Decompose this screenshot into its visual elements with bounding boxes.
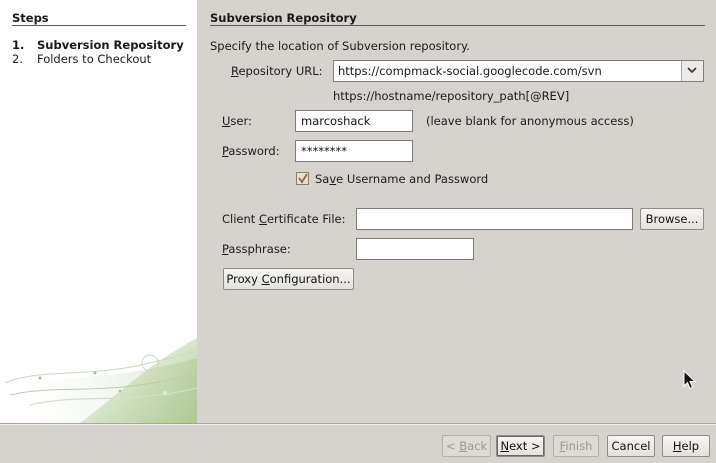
proxy-label-mnemonic: C <box>261 272 270 286</box>
step-number: 1. <box>12 38 25 52</box>
back-button[interactable]: < Back <box>442 435 491 457</box>
browse-button[interactable]: Browse... <box>640 208 704 230</box>
proxy-label-part: Proxy <box>226 272 262 286</box>
next-label-part: ext > <box>509 439 541 453</box>
user-label: User: <box>222 114 252 128</box>
user-hint: (leave blank for anonymous access) <box>426 114 634 128</box>
finish-button[interactable]: Finish <box>553 435 599 457</box>
user-label-text: ser: <box>230 114 252 128</box>
client-certificate-input[interactable] <box>356 208 633 230</box>
step-item-1: 1. Subversion Repository <box>12 38 184 52</box>
save-credentials-checkbox[interactable] <box>296 172 309 185</box>
steps-title: Steps <box>12 11 49 25</box>
page-title: Subversion Repository <box>210 11 357 25</box>
proxy-label-part: onfiguration... <box>269 272 351 286</box>
repository-url-combobox[interactable]: https://compmack-social.googlecode.com/s… <box>333 60 704 82</box>
step-item-2: 2. Folders to Checkout <box>12 52 151 66</box>
password-input[interactable]: ******** <box>295 140 413 162</box>
save-credentials-label[interactable]: Save Username and Password <box>315 172 488 186</box>
save-label-part: e Username and Password <box>336 172 489 186</box>
repository-url-label: Repository URL: <box>231 64 323 78</box>
repository-url-hint: https://hostname/repository_path[@REV] <box>333 89 570 103</box>
description-text: Specify the location of Subversion repos… <box>210 39 470 53</box>
decorative-swirl-art <box>0 338 197 423</box>
client-certificate-label: Client Certificate File: <box>222 212 345 226</box>
password-label-text: assword: <box>228 144 280 158</box>
step-label: Folders to Checkout <box>37 52 152 66</box>
cert-label-part: ertificate File: <box>266 212 346 226</box>
footer-divider-highlight <box>0 424 716 425</box>
cert-label-mnemonic: C <box>258 212 267 226</box>
cancel-button[interactable]: Cancel <box>607 435 655 457</box>
step-label: Subversion Repository <box>37 38 184 52</box>
help-button[interactable]: Help <box>662 435 710 457</box>
proxy-configuration-button[interactable]: Proxy Configuration... <box>223 268 354 290</box>
finish-label-part: inish <box>565 439 593 453</box>
save-label-part: Sa <box>315 172 330 186</box>
back-label-mnemonic: B <box>459 439 468 453</box>
step-number: 2. <box>12 52 23 66</box>
passphrase-input[interactable] <box>356 238 474 260</box>
passphrase-label: Passphrase: <box>222 242 291 256</box>
back-label-part: < <box>445 439 460 453</box>
user-input[interactable]: marcoshack <box>295 110 413 132</box>
mouse-cursor-icon <box>683 370 696 390</box>
cert-label-part: Client <box>222 212 259 226</box>
passphrase-label-text: assphrase: <box>228 242 291 256</box>
password-label: Password: <box>222 144 280 158</box>
next-button[interactable]: Next > <box>496 435 545 457</box>
next-label-mnemonic: N <box>500 439 510 453</box>
help-label-mnemonic: H <box>672 439 682 453</box>
checkmark-icon <box>298 173 308 184</box>
chevron-down-icon <box>687 67 697 74</box>
help-label-part: elp <box>681 439 700 453</box>
steps-panel: Steps 1. Subversion Repository 2. Folders … <box>0 0 197 423</box>
title-divider <box>210 25 705 26</box>
repository-url-value: https://compmack-social.googlecode.com/s… <box>338 64 602 78</box>
dropdown-button[interactable] <box>681 61 703 81</box>
back-label-part: ack <box>467 439 488 453</box>
steps-divider <box>12 25 186 26</box>
repository-url-label-text: epository URL: <box>238 64 323 78</box>
